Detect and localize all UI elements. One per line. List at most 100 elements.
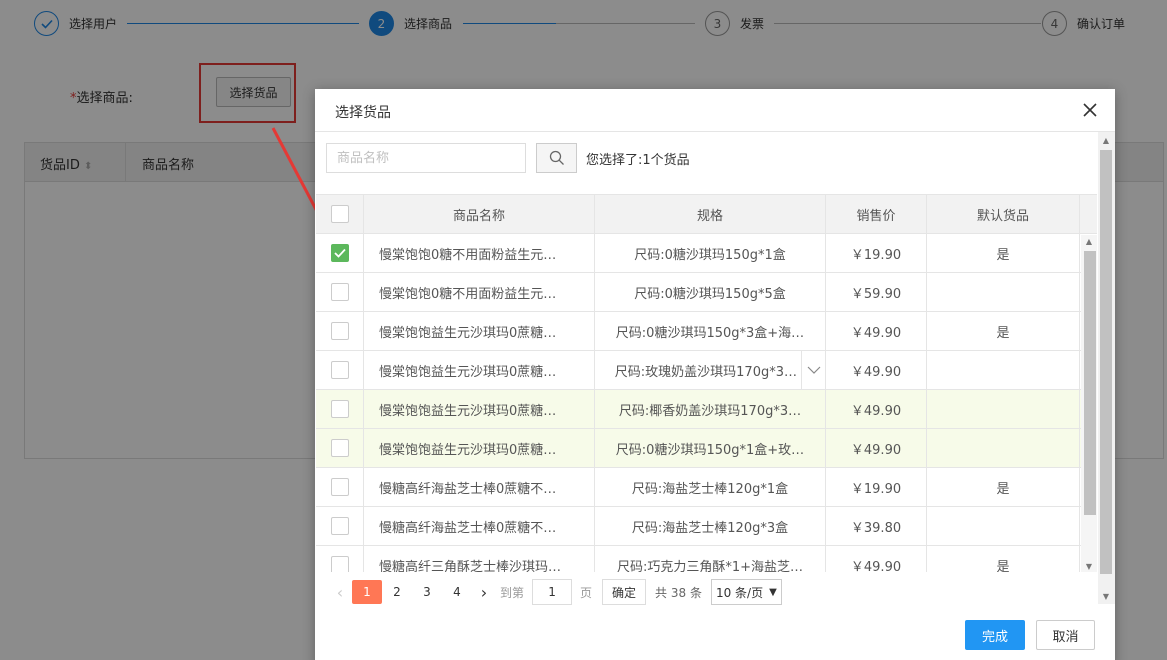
product-name-cell: 慢糖高纤海盐芝士棒0蔗糖不…	[364, 507, 595, 545]
row-checkbox[interactable]	[330, 244, 349, 262]
product-name: 慢糖高纤三角酥芝士棒沙琪玛…	[379, 559, 562, 573]
scrollbar-thumb[interactable]	[1100, 150, 1112, 574]
spec-text: 尺码:巧克力三角酥*1+海盐芝…	[616, 559, 804, 573]
page-unit-label: 页	[580, 585, 593, 600]
pagination: ‹ 1 2 3 4 › 到第 页 确定 共 38 条 10 条/页 ▼	[328, 579, 782, 605]
page-3[interactable]: 3	[412, 580, 442, 604]
price-cell: ￥49.90	[826, 312, 927, 350]
table-row[interactable]: 慢糖高纤海盐芝士棒0蔗糖不… 尺码:海盐芝士棒120g*1盒 ￥19.90 是	[316, 468, 1097, 507]
checkbox-cell	[316, 429, 364, 467]
done-button[interactable]: 完成	[965, 620, 1025, 650]
price-text: ￥59.90	[850, 286, 902, 302]
dialog-scrollbar[interactable]: ▲ ▼	[1098, 132, 1115, 604]
scrollbar-thumb[interactable]	[1084, 251, 1096, 515]
default-text: 是	[996, 325, 1010, 341]
header-spacer	[1080, 195, 1097, 233]
price-text: ￥19.90	[850, 481, 902, 497]
default-cell: 是	[927, 468, 1080, 506]
spec-cell: 尺码:0糖沙琪玛150g*1盒	[595, 234, 826, 272]
select-all-cell	[316, 195, 364, 233]
checkbox-cell	[316, 273, 364, 311]
select-all-checkbox[interactable]	[330, 205, 349, 223]
product-name: 慢棠饱饱益生元沙琪玛0蔗糖…	[379, 442, 557, 458]
table-row[interactable]: 慢棠饱饱益生元沙琪玛0蔗糖… 尺码:0糖沙琪玛150g*1盒+玫… ￥49.90	[316, 429, 1097, 468]
scroll-down-icon[interactable]: ▼	[1098, 590, 1114, 602]
cancel-button[interactable]: 取消	[1036, 620, 1095, 650]
goto-page-input[interactable]	[532, 579, 573, 605]
grid-scrollbar[interactable]: ▲ ▼	[1081, 235, 1097, 572]
checkbox-cell	[316, 234, 364, 272]
row-checkbox[interactable]	[330, 517, 349, 535]
row-checkbox[interactable]	[330, 439, 349, 457]
default-cell	[927, 390, 1080, 428]
price-cell: ￥59.90	[826, 273, 927, 311]
table-row[interactable]: 慢糖高纤三角酥芝士棒沙琪玛… 尺码:巧克力三角酥*1+海盐芝… ￥49.90 是	[316, 546, 1097, 572]
page-2[interactable]: 2	[382, 580, 412, 604]
row-checkbox[interactable]	[330, 283, 349, 301]
search-icon	[549, 150, 564, 165]
search-input[interactable]	[326, 143, 526, 173]
spec-cell: 尺码:0糖沙琪玛150g*3盒+海…	[595, 312, 826, 350]
row-checkbox[interactable]	[330, 361, 349, 379]
checkbox-cell	[316, 390, 364, 428]
col-spec: 规格	[595, 195, 826, 233]
product-name: 慢糖高纤海盐芝士棒0蔗糖不…	[379, 520, 557, 536]
row-checkbox[interactable]	[330, 478, 349, 496]
total-count: 共 38 条	[655, 585, 702, 600]
table-row[interactable]: 慢棠饱饱益生元沙琪玛0蔗糖… 尺码:玫瑰奶盖沙琪玛170g*3… ￥49.90	[316, 351, 1097, 390]
default-cell	[927, 273, 1080, 311]
goods-grid: 商品名称 规格 销售价 默认货品 慢棠饱饱0糖不用面粉益生元… 尺码:0糖沙琪玛1…	[316, 194, 1097, 572]
col-default: 默认货品	[927, 195, 1080, 233]
table-row[interactable]: 慢棠饱饱0糖不用面粉益生元… 尺码:0糖沙琪玛150g*5盒 ￥59.90	[316, 273, 1097, 312]
spec-cell: 尺码:0糖沙琪玛150g*5盒	[595, 273, 826, 311]
goto-label: 到第	[500, 585, 525, 600]
default-text: 是	[996, 247, 1010, 263]
product-name: 慢糖高纤海盐芝士棒0蔗糖不…	[379, 481, 557, 497]
scroll-up-icon[interactable]: ▲	[1081, 235, 1097, 247]
page-4[interactable]: 4	[442, 580, 472, 604]
product-name: 慢棠饱饱益生元沙琪玛0蔗糖…	[379, 403, 557, 419]
scroll-up-icon[interactable]: ▲	[1098, 134, 1114, 146]
table-row[interactable]: 慢棠饱饱益生元沙琪玛0蔗糖… 尺码:椰香奶盖沙琪玛170g*3… ￥49.90	[316, 390, 1097, 429]
product-name-cell: 慢棠饱饱益生元沙琪玛0蔗糖…	[364, 390, 595, 428]
price-cell: ￥49.90	[826, 390, 927, 428]
goto-confirm-button[interactable]: 确定	[602, 579, 647, 605]
table-row[interactable]: 慢糖高纤海盐芝士棒0蔗糖不… 尺码:海盐芝士棒120g*3盒 ￥39.80	[316, 507, 1097, 546]
price-cell: ￥19.90	[826, 234, 927, 272]
chevron-down-icon[interactable]	[801, 351, 825, 389]
checkbox-cell	[316, 351, 364, 389]
page-1[interactable]: 1	[352, 580, 382, 604]
spec-cell: 尺码:玫瑰奶盖沙琪玛170g*3…	[595, 351, 826, 389]
price-text: ￥39.80	[850, 520, 902, 536]
prev-page-icon[interactable]: ‹	[328, 580, 352, 604]
checkbox-cell	[316, 312, 364, 350]
default-cell	[927, 429, 1080, 467]
table-row[interactable]: 慢棠饱饱0糖不用面粉益生元… 尺码:0糖沙琪玛150g*1盒 ￥19.90 是	[316, 234, 1097, 273]
product-name-cell: 慢棠饱饱0糖不用面粉益生元…	[364, 234, 595, 272]
dialog-header: 选择货品	[315, 89, 1115, 132]
select-goods-dialog: 选择货品 您选择了:1个货品 商品名称 规格 销售价 默认货品 慢棠饱饱0糖不用…	[315, 89, 1115, 660]
spec-cell: 尺码:椰香奶盖沙琪玛170g*3…	[595, 390, 826, 428]
spec-text: 尺码:玫瑰奶盖沙琪玛170g*3…	[614, 364, 797, 380]
row-checkbox[interactable]	[330, 400, 349, 418]
grid-header: 商品名称 规格 销售价 默认货品	[316, 195, 1097, 234]
product-name: 慢棠饱饱益生元沙琪玛0蔗糖…	[379, 325, 557, 341]
spec-text: 尺码:0糖沙琪玛150g*3盒+海…	[615, 325, 805, 341]
product-name-cell: 慢棠饱饱益生元沙琪玛0蔗糖…	[364, 429, 595, 467]
close-icon[interactable]	[1079, 99, 1101, 121]
spec-cell: 尺码:0糖沙琪玛150g*1盒+玫…	[595, 429, 826, 467]
page-size-select[interactable]: 10 条/页 ▼	[710, 579, 782, 605]
default-text: 是	[996, 559, 1010, 573]
search-button[interactable]	[536, 143, 577, 173]
price-text: ￥49.90	[850, 442, 902, 458]
col-product-name: 商品名称	[364, 195, 595, 233]
row-checkbox[interactable]	[330, 322, 349, 340]
default-text: 是	[996, 481, 1010, 497]
next-page-icon[interactable]: ›	[472, 580, 496, 604]
row-checkbox[interactable]	[330, 556, 349, 572]
chevron-down-icon: ▼	[769, 586, 777, 598]
default-cell	[927, 507, 1080, 545]
table-row[interactable]: 慢棠饱饱益生元沙琪玛0蔗糖… 尺码:0糖沙琪玛150g*3盒+海… ￥49.90 是	[316, 312, 1097, 351]
product-name-cell: 慢糖高纤三角酥芝士棒沙琪玛…	[364, 546, 595, 572]
scroll-down-icon[interactable]: ▼	[1081, 560, 1097, 572]
